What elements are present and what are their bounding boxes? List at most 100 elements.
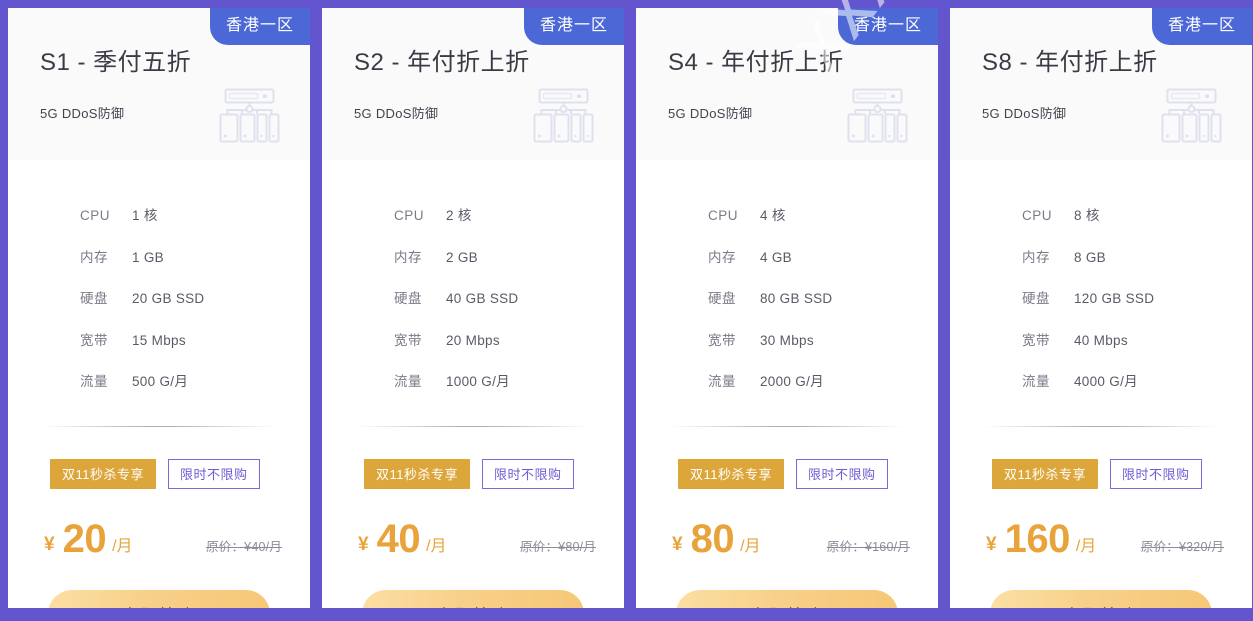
spec-label: 内存 xyxy=(394,249,422,265)
original-price: 原价：¥40/月 xyxy=(206,539,282,554)
card-header: 香港一区 S8 - 年付折上折 5G DDoS防御 xyxy=(950,8,1252,160)
spec-value: 1000 G/月 xyxy=(446,374,510,389)
section-divider xyxy=(984,425,1218,427)
price-unit: /月 xyxy=(1075,537,1097,555)
section-divider xyxy=(356,425,590,427)
buy-now-button[interactable]: 立即抢购 xyxy=(990,589,1212,608)
spec-list: CPU 8 核内存 8 GB 硬盘 120 GB SSD 宽带 40 Mbps 流量 4000 … xyxy=(978,204,1224,412)
currency-symbol: ¥ xyxy=(44,533,55,555)
price-amount: 160 xyxy=(1004,516,1071,561)
price-row: ¥ 80 /月 原价：¥160/月 xyxy=(664,519,910,559)
price-unit: /月 xyxy=(740,537,761,555)
spec-value: 2000 G/月 xyxy=(760,374,824,389)
card-body: CPU 4 核内存 4 GB 硬盘 80 GB SSD 宽带 30 Mbps 流量 2000 G… xyxy=(636,160,938,608)
spec-value: 2 核 xyxy=(446,208,472,223)
spec-label: 流量 xyxy=(708,374,736,389)
pricing-card[interactable]: 香港一区 S1 - 季付五折 5G DDoS防御 CPU 1 核 内存 1 GB… xyxy=(8,8,310,608)
original-price: 原价：¥80/月 xyxy=(520,539,596,554)
section-divider xyxy=(670,425,904,427)
spec-list: CPU 1 核内存 1 GB 硬盘 20 GB SSD 宽带 15 Mbps 流量 500 G/… xyxy=(36,204,282,412)
promo-tag-group: 双11秒杀专享 限时不限购 xyxy=(36,458,282,489)
price-amount: 20 xyxy=(62,516,107,561)
price-row: ¥ 20 /月 原价：¥40/月 xyxy=(36,519,282,559)
spec-value: 2 GB xyxy=(446,249,478,265)
server-rack-icon xyxy=(530,88,598,144)
spec-row: 流量 4000 G/月 xyxy=(1022,370,1224,390)
spec-row: CPU 2 核 xyxy=(394,204,596,224)
buy-now-button[interactable]: 立即抢购 xyxy=(48,589,270,608)
spec-value: 40 Mbps xyxy=(1074,332,1128,348)
price-unit: /月 xyxy=(426,537,447,555)
card-body: CPU 8 核内存 8 GB 硬盘 120 GB SSD 宽带 40 Mbps 流量 4000 … xyxy=(950,160,1252,608)
spec-value: 8 GB xyxy=(1074,249,1106,265)
spec-value: 30 Mbps xyxy=(760,332,814,348)
price-row: ¥ 160 /月 原价：¥320/月 xyxy=(978,519,1224,559)
card-body: CPU 2 核内存 2 GB 硬盘 40 GB SSD 宽带 20 Mbps 流量 1000 G… xyxy=(322,160,624,608)
buy-now-button[interactable]: 立即抢购 xyxy=(676,589,898,608)
spec-label: 硬盘 xyxy=(708,291,736,306)
plan-title: S4 - 年付折上折 xyxy=(668,49,844,76)
promo-tag-primary: 双11秒杀专享 xyxy=(678,458,784,489)
spec-value: 20 Mbps xyxy=(446,332,500,348)
spec-label: 硬盘 xyxy=(80,291,108,306)
spec-row: 硬盘 120 GB SSD xyxy=(1022,287,1224,307)
spec-value: 8 核 xyxy=(1074,208,1100,223)
spec-row: 流量 2000 G/月 xyxy=(708,370,910,390)
spec-value: 1 GB xyxy=(132,249,164,265)
spec-row: 内存 1 GB xyxy=(80,246,282,266)
spec-label: 宽带 xyxy=(80,332,108,348)
price-amount: 80 xyxy=(690,516,735,561)
spec-value: 20 GB SSD xyxy=(132,291,205,306)
spec-label: CPU xyxy=(708,208,739,223)
server-rack-icon xyxy=(844,88,912,144)
pricing-card[interactable]: 香港一区 S4 - 年付折上折 5G DDoS防御 CPU 4 核 内存 4 G… xyxy=(636,8,938,608)
card-header: 香港一区 S2 - 年付折上折 5G DDoS防御 xyxy=(322,8,624,160)
promo-tag-group: 双11秒杀专享 限时不限购 xyxy=(350,458,596,489)
spec-value: 40 GB SSD xyxy=(446,291,519,306)
spec-row: 内存 8 GB xyxy=(1022,246,1224,266)
spec-row: 宽带 20 Mbps xyxy=(394,329,596,349)
spec-label: 硬盘 xyxy=(1022,291,1050,306)
spec-row: 宽带 30 Mbps xyxy=(708,329,910,349)
pricing-card[interactable]: 香港一区 S8 - 年付折上折 5G DDoS防御 CPU 8 核 内存 8 G… xyxy=(950,8,1252,608)
spec-label: 硬盘 xyxy=(394,291,422,306)
original-price: 原价：¥160/月 xyxy=(826,539,910,554)
plan-title: S1 - 季付五折 xyxy=(40,49,192,76)
spec-label: 内存 xyxy=(708,249,736,265)
spec-value: 1 核 xyxy=(132,208,158,223)
spec-label: 内存 xyxy=(1022,249,1050,265)
card-header: 香港一区 S4 - 年付折上折 5G DDoS防御 xyxy=(636,8,938,160)
spec-label: CPU xyxy=(1022,208,1053,223)
spec-label: 宽带 xyxy=(708,332,736,348)
buy-now-button[interactable]: 立即抢购 xyxy=(362,589,584,608)
currency-symbol: ¥ xyxy=(672,533,683,555)
spec-label: 流量 xyxy=(394,374,422,389)
spec-row: 硬盘 80 GB SSD xyxy=(708,287,910,307)
server-rack-icon xyxy=(1158,88,1226,144)
spec-row: CPU 1 核 xyxy=(80,204,282,224)
pricing-card[interactable]: 香港一区 S2 - 年付折上折 5G DDoS防御 CPU 2 核 内存 2 G… xyxy=(322,8,624,608)
spec-row: 硬盘 40 GB SSD xyxy=(394,287,596,307)
promo-tag-group: 双11秒杀专享 限时不限购 xyxy=(978,458,1224,489)
price-unit: /月 xyxy=(112,537,133,555)
plan-title: S2 - 年付折上折 xyxy=(354,49,530,76)
plan-title: S8 - 年付折上折 xyxy=(982,49,1158,76)
spec-label: 宽带 xyxy=(394,332,422,348)
promo-tag-primary: 双11秒杀专享 xyxy=(364,458,470,489)
spec-label: 流量 xyxy=(80,374,108,389)
original-price: 原价：¥320/月 xyxy=(1140,539,1224,554)
promo-tag-primary: 双11秒杀专享 xyxy=(992,458,1098,489)
promo-tag-outline: 限时不限购 xyxy=(482,458,574,489)
spec-value: 120 GB SSD xyxy=(1074,291,1155,306)
spec-list: CPU 4 核内存 4 GB 硬盘 80 GB SSD 宽带 30 Mbps 流量 2000 G… xyxy=(664,204,910,412)
spec-row: 流量 500 G/月 xyxy=(80,370,282,390)
promo-tag-outline: 限时不限购 xyxy=(1110,458,1202,489)
spec-label: 宽带 xyxy=(1022,332,1050,348)
spec-label: CPU xyxy=(394,208,425,223)
spec-row: 宽带 15 Mbps xyxy=(80,329,282,349)
spec-value: 15 Mbps xyxy=(132,332,186,348)
spec-row: 硬盘 20 GB SSD xyxy=(80,287,282,307)
spec-value: 4 核 xyxy=(760,208,786,223)
spec-row: CPU 8 核 xyxy=(1022,204,1224,224)
pricing-page: 香港一区 S1 - 季付五折 5G DDoS防御 CPU 1 核 内存 1 GB… xyxy=(0,0,1253,621)
